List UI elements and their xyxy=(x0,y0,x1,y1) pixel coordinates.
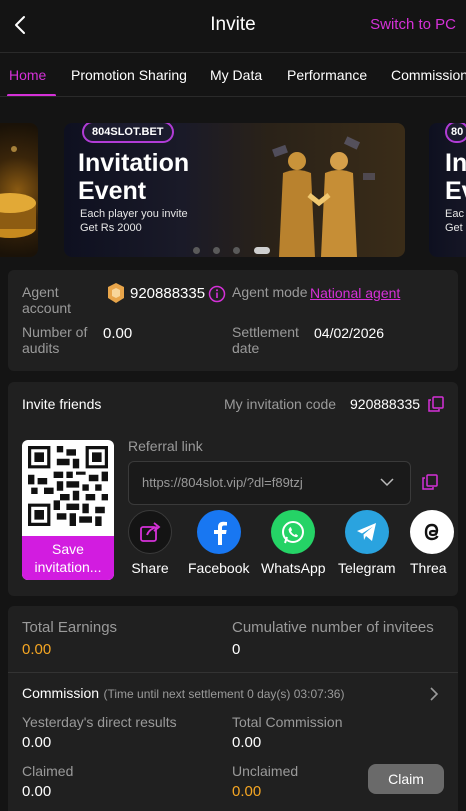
carousel-dot-active[interactable] xyxy=(254,247,270,254)
settlement-countdown: (Time until next settlement 0 day(s) 03:… xyxy=(103,687,345,701)
settlement-date-value: 04/02/2026 xyxy=(314,325,385,341)
audits-value: 0.00 xyxy=(103,325,133,342)
share-icon xyxy=(128,510,172,554)
whatsapp-share-button[interactable]: WhatsApp xyxy=(261,510,326,576)
copy-code-icon[interactable] xyxy=(428,396,444,412)
banner-subtitle-next: Eac Get xyxy=(445,208,464,234)
facebook-share-button[interactable]: Facebook xyxy=(188,510,249,576)
tab-home[interactable]: Home xyxy=(6,53,57,96)
tab-performance[interactable]: Performance xyxy=(287,53,367,96)
save-invitation-button[interactable]: Save invitation... xyxy=(22,536,114,580)
claimed-value: 0.00 xyxy=(22,783,52,800)
tab-commission[interactable]: Commission xyxy=(391,53,466,96)
invite-friends-card: Invite friends My invitation code 920888… xyxy=(8,382,458,596)
telegram-label: Telegram xyxy=(338,560,396,576)
total-commission-label: Total Commission xyxy=(232,714,343,730)
tab-my-data[interactable]: My Data xyxy=(210,53,262,96)
switch-to-pc-link[interactable]: Switch to PC xyxy=(370,16,456,33)
banner-subtitle: Each player you invite Get Rs 2000 xyxy=(80,208,188,234)
banner-title: Invitation Event xyxy=(78,149,190,205)
settlement-date-label: Settlement date xyxy=(232,324,299,356)
referral-link-select[interactable]: https://804slot.vip/?dl=f89tzj xyxy=(128,461,411,505)
banner-slide-next[interactable]: 80 In Ev Eac Get xyxy=(429,123,466,257)
brand-logo-next: 80 xyxy=(445,123,466,143)
threads-icon xyxy=(410,510,454,554)
coins-illustration xyxy=(0,146,36,238)
divider xyxy=(8,672,458,673)
agent-mode-link[interactable]: National agent xyxy=(310,285,400,301)
yesterday-results-value: 0.00 xyxy=(22,734,52,751)
referral-link-value: https://804slot.vip/?dl=f89tzj xyxy=(142,475,303,490)
yesterday-results-label: Yesterday's direct results xyxy=(22,714,177,730)
app-header: Invite Switch to PC xyxy=(0,0,466,52)
tab-bar: Home Promotion Sharing My Data Performan… xyxy=(0,52,466,97)
agent-badge-icon xyxy=(108,283,124,303)
banner-title-next: In Ev xyxy=(445,149,466,205)
commission-header[interactable]: Commission (Time until next settlement 0… xyxy=(22,685,344,703)
claim-button[interactable]: Claim xyxy=(368,764,444,794)
unclaimed-value: 0.00 xyxy=(232,783,262,800)
brand-logo: 804SLOT.BET xyxy=(82,123,174,143)
whatsapp-label: WhatsApp xyxy=(261,560,326,576)
tab-promotion-sharing[interactable]: Promotion Sharing xyxy=(71,53,187,96)
facebook-icon xyxy=(196,510,241,554)
invitation-code-label: My invitation code xyxy=(224,396,337,412)
earnings-card: Total Earnings 0.00 Cumulative number of… xyxy=(8,606,458,811)
carousel-dot[interactable] xyxy=(233,247,240,254)
invitees-value: 0 xyxy=(232,641,241,658)
chevron-down-icon xyxy=(380,478,394,487)
qr-code-icon xyxy=(28,446,108,526)
carousel-dot[interactable] xyxy=(213,247,220,254)
agent-mode-label: Agent mode xyxy=(232,284,308,300)
invitees-label: Cumulative number of invitees xyxy=(232,619,434,636)
threads-share-button[interactable]: Threa xyxy=(410,510,466,576)
threads-label: Threa xyxy=(410,560,447,576)
telegram-share-button[interactable]: Telegram xyxy=(338,510,396,576)
whatsapp-icon xyxy=(271,510,316,554)
agent-info-card: Agent account 920888335 Agent mode Natio… xyxy=(8,270,458,371)
chevron-right-icon[interactable] xyxy=(428,686,440,702)
facebook-label: Facebook xyxy=(188,560,250,576)
share-button[interactable]: Share xyxy=(128,510,172,576)
carousel-dot[interactable] xyxy=(193,247,200,254)
handshake-illustration xyxy=(272,136,375,257)
claimed-label: Claimed xyxy=(22,763,74,779)
total-earnings-value: 0.00 xyxy=(22,641,52,658)
banner-slide-previous[interactable] xyxy=(0,123,38,257)
referral-link-label: Referral link xyxy=(128,438,203,454)
copy-link-icon[interactable] xyxy=(422,474,438,490)
unclaimed-label: Unclaimed xyxy=(232,763,299,779)
total-commission-value: 0.00 xyxy=(232,734,262,751)
commission-title: Commission xyxy=(22,685,100,701)
qr-code-card: Save invitation... xyxy=(22,440,114,580)
agent-account-value: 920888335 xyxy=(130,285,206,302)
banner-slide-invitation[interactable]: 804SLOT.BET Invitation Event Each player… xyxy=(64,123,405,257)
info-icon[interactable] xyxy=(208,285,226,303)
invite-friends-title: Invite friends xyxy=(22,396,102,412)
share-label: Share xyxy=(131,560,169,576)
total-earnings-label: Total Earnings xyxy=(22,619,118,636)
agent-account-label: Agent account xyxy=(22,284,72,316)
invitation-code-value: 920888335 xyxy=(350,396,421,412)
banner-carousel[interactable]: 804SLOT.BET Invitation Event Each player… xyxy=(0,97,466,267)
audits-label: Number of audits xyxy=(22,324,88,356)
telegram-icon xyxy=(344,510,389,554)
